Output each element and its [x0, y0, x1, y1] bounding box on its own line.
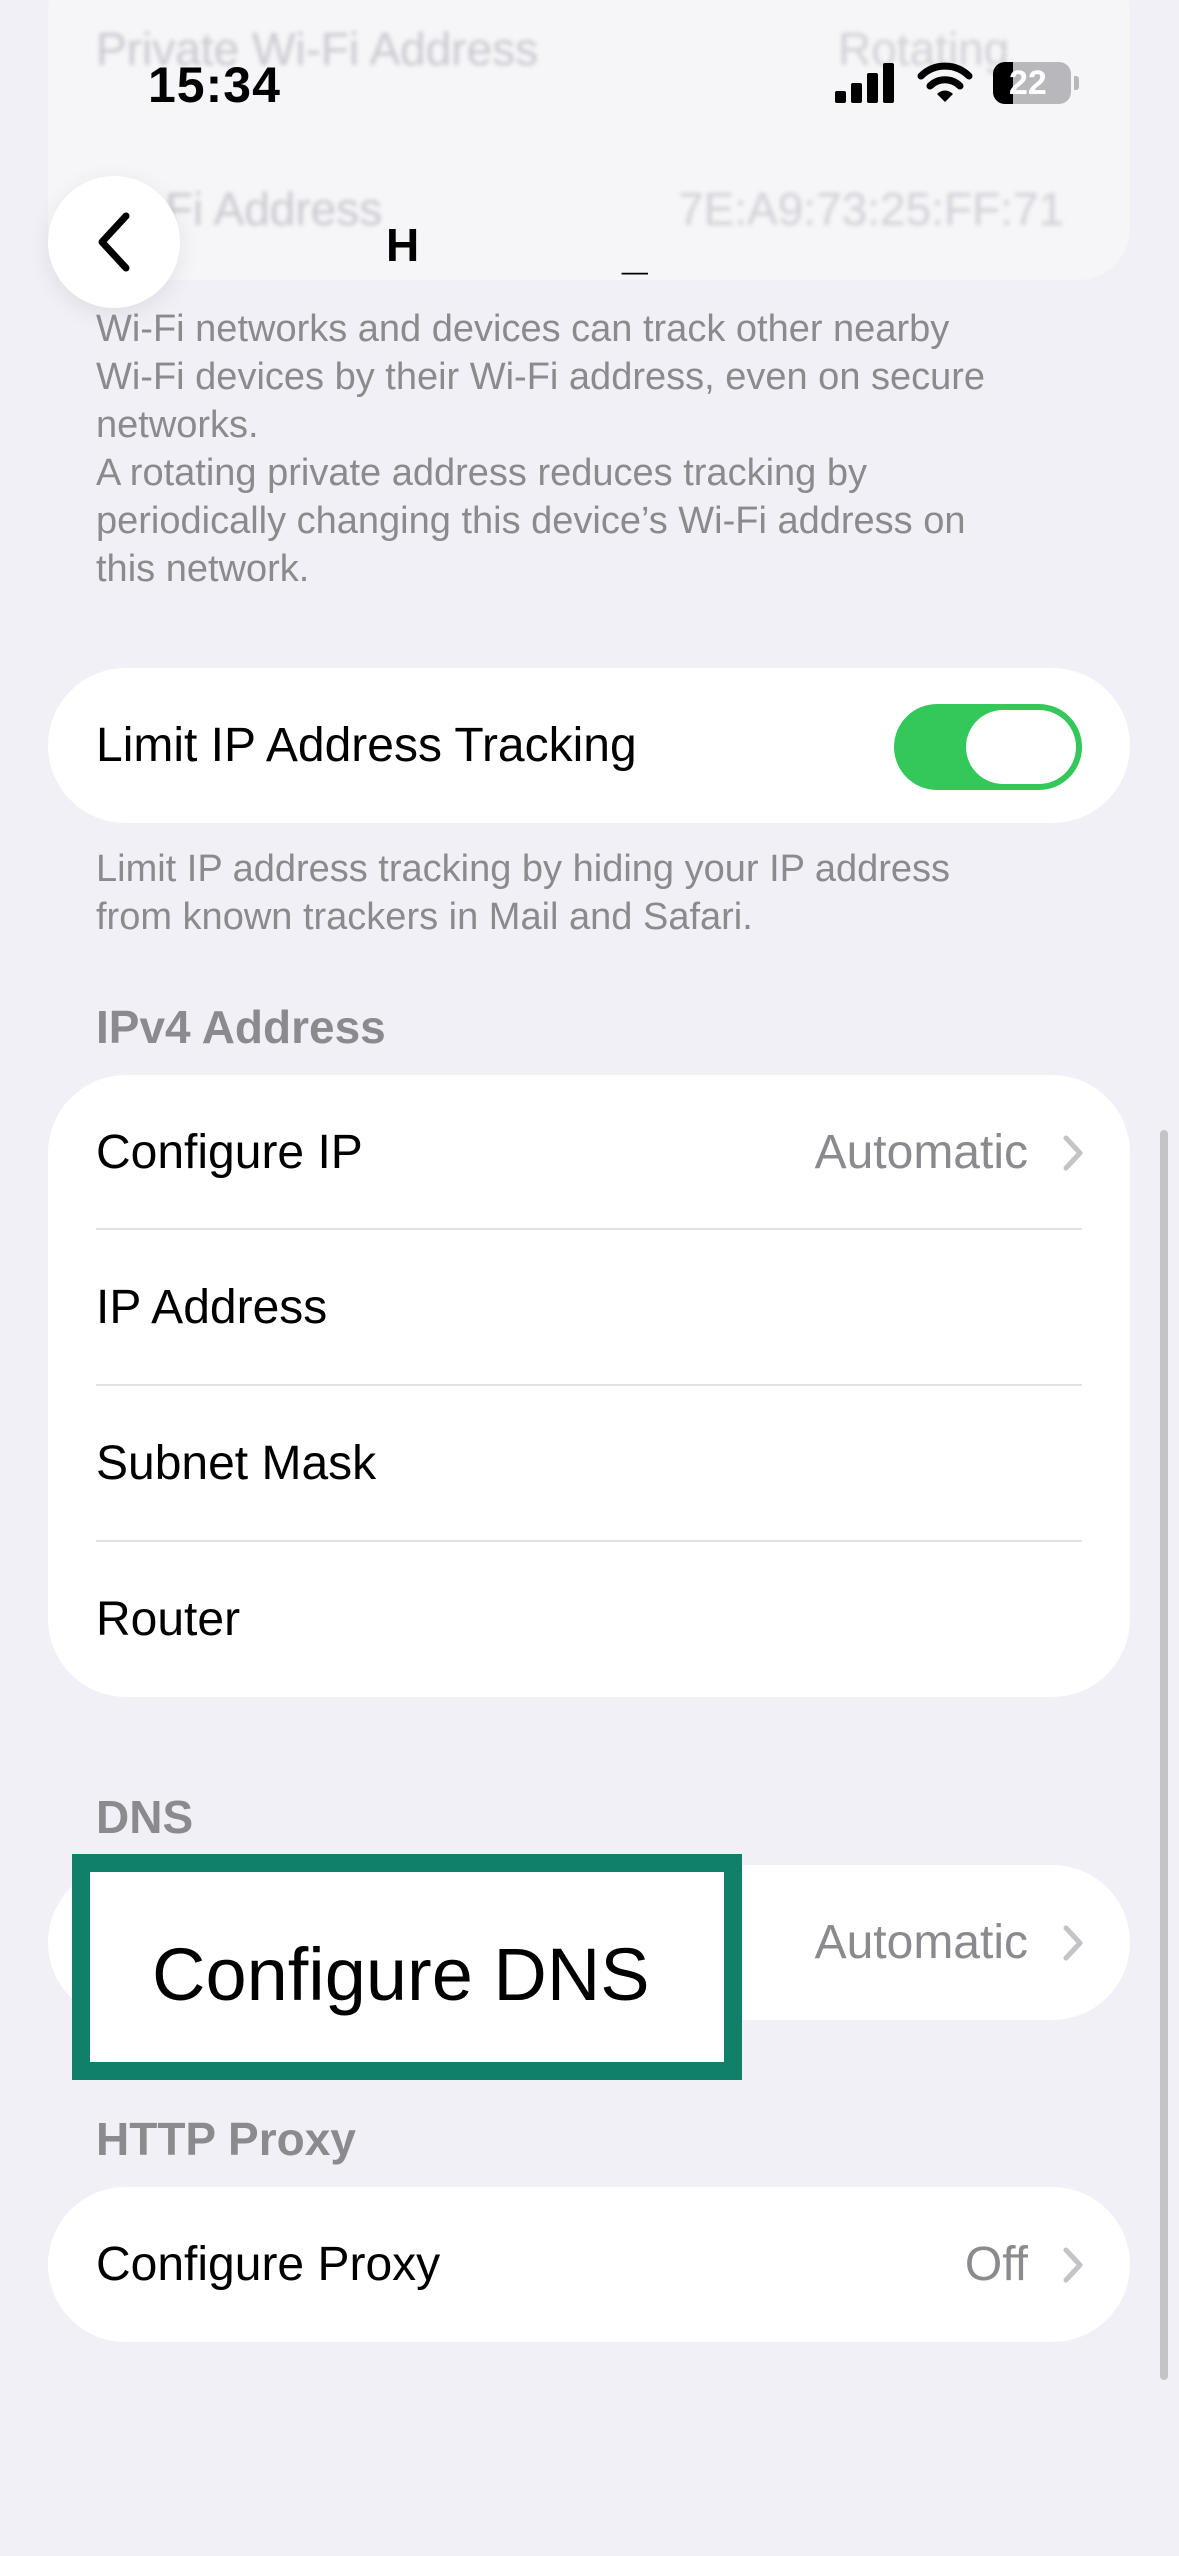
private-address-footer: Wi-Fi networks and devices can track oth…: [96, 305, 1096, 593]
chevron-left-icon: [98, 212, 130, 272]
scroll-indicator[interactable]: [1160, 1130, 1168, 2380]
footer-line: Limit IP address tracking by hiding your…: [96, 848, 951, 890]
limit-ip-label: Limit IP Address Tracking: [96, 719, 637, 772]
configure-dns-highlight[interactable]: Configure DNS: [72, 1854, 742, 2080]
configure-ip-row[interactable]: Configure IP Automatic: [48, 1075, 1130, 1230]
configure-proxy-row[interactable]: Configure Proxy Off: [48, 2187, 1130, 2342]
http-proxy-section-header: HTTP Proxy: [96, 2113, 356, 2165]
limit-ip-card: Limit IP Address Tracking: [48, 668, 1130, 823]
ipv4-card: Configure IP Automatic IP Address Subnet…: [48, 1075, 1130, 1697]
back-button[interactable]: [48, 176, 180, 308]
limit-ip-row: Limit IP Address Tracking: [48, 668, 1130, 823]
nav-title-fragment-2: _: [622, 227, 648, 279]
battery-level: 22: [1009, 64, 1047, 102]
footer-line: this network.: [96, 548, 310, 590]
footer-line: periodically changing this device’s Wi-F…: [96, 500, 966, 542]
router-row: Router: [48, 1542, 1130, 1697]
dns-section-header: DNS: [96, 1791, 194, 1843]
configure-ip-value: Automatic: [814, 1126, 1028, 1179]
router-label: Router: [96, 1593, 241, 1646]
cellular-signal-icon: [835, 63, 894, 103]
configure-proxy-value: Off: [964, 2238, 1028, 2291]
configure-proxy-label: Configure Proxy: [96, 2238, 441, 2291]
status-time: 15:34: [148, 57, 281, 113]
configure-dns-label: Configure DNS: [152, 1933, 650, 2016]
battery-icon: 22: [993, 62, 1079, 104]
status-icons: 22: [835, 62, 1079, 104]
chevron-right-icon: [1063, 2247, 1083, 2282]
ip-address-row: IP Address: [48, 1230, 1130, 1385]
ghost-wifi-address-value: 7E:A9:73:25:FF:71: [678, 183, 1065, 235]
ip-address-label: IP Address: [96, 1281, 328, 1334]
configure-dns-value: Automatic: [814, 1916, 1028, 1969]
limit-ip-toggle[interactable]: [894, 704, 1082, 790]
nav-title-fragment: H: [386, 219, 420, 271]
footer-line: networks.: [96, 404, 259, 446]
http-proxy-card: Configure Proxy Off: [48, 2187, 1130, 2342]
toggle-knob: [966, 710, 1076, 784]
ipv4-section-header: IPv4 Address: [96, 1001, 386, 1053]
configure-ip-label: Configure IP: [96, 1126, 363, 1179]
footer-line: Wi-Fi devices by their Wi-Fi address, ev…: [96, 356, 986, 398]
limit-ip-footer: Limit IP address tracking by hiding your…: [96, 845, 1096, 941]
subnet-mask-row: Subnet Mask: [48, 1386, 1130, 1541]
footer-line: Wi-Fi networks and devices can track oth…: [96, 308, 950, 350]
footer-line: from known trackers in Mail and Safari.: [96, 896, 753, 938]
chevron-right-icon: [1063, 1135, 1083, 1170]
wifi-icon: [917, 62, 973, 102]
footer-line: A rotating private address reduces track…: [96, 452, 867, 494]
chevron-right-icon: [1063, 1925, 1083, 1960]
subnet-mask-label: Subnet Mask: [96, 1437, 377, 1490]
